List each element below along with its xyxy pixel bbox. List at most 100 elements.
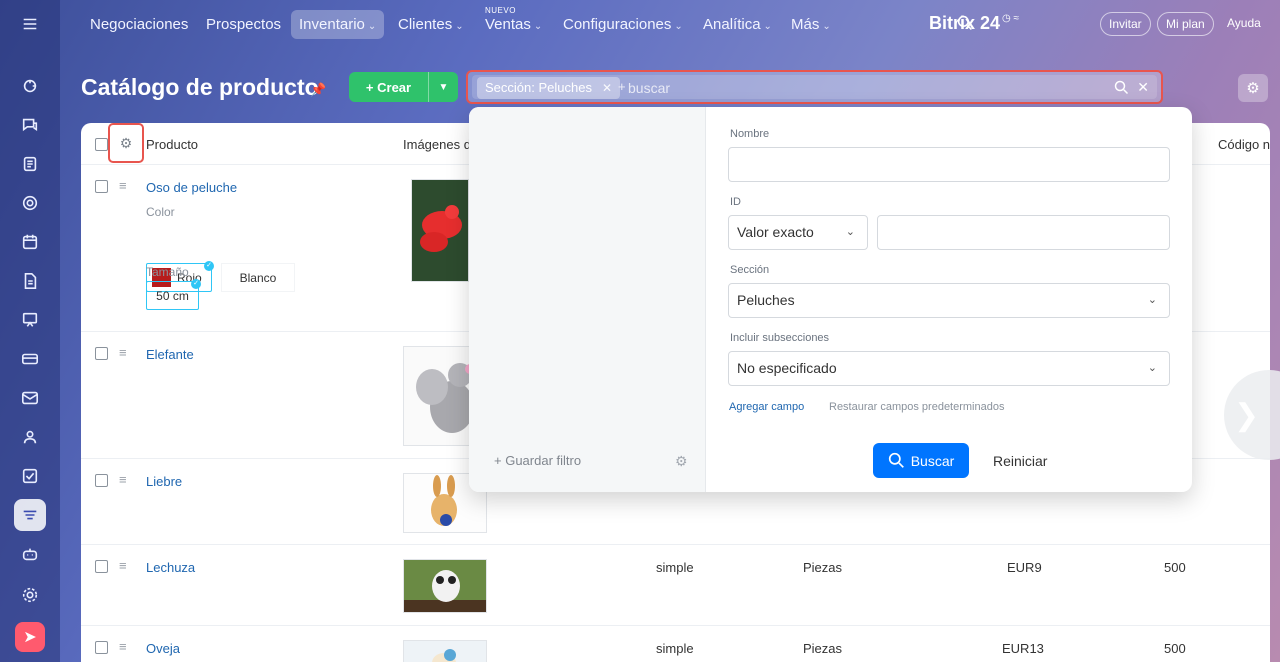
search-input[interactable] bbox=[628, 78, 1098, 98]
check-icon: ✓ bbox=[204, 261, 214, 271]
product-image[interactable] bbox=[403, 640, 487, 662]
section-select[interactable]: Peluches ⌄ bbox=[728, 283, 1170, 318]
card-icon[interactable] bbox=[14, 343, 46, 375]
chevron-down-icon: ⌄ bbox=[1147, 294, 1157, 306]
menu-icon[interactable] bbox=[14, 8, 46, 40]
chevron-down-icon: ⌄ bbox=[367, 21, 377, 32]
contacts-icon[interactable] bbox=[14, 421, 46, 453]
filter-search-bar[interactable]: Sección: Peluches✕ + ✕ bbox=[466, 70, 1163, 104]
product-image[interactable] bbox=[411, 179, 469, 282]
rocket-icon[interactable]: ➤ bbox=[15, 622, 45, 652]
nav-prospectos[interactable]: Prospectos bbox=[198, 10, 289, 39]
product-name-link[interactable]: Lechuza bbox=[146, 560, 195, 575]
drag-handle-icon[interactable]: ≡ bbox=[119, 559, 132, 572]
row-checkbox[interactable] bbox=[95, 347, 108, 360]
product-quantity: 500 bbox=[1164, 641, 1186, 656]
chevron-down-icon: ⌄ bbox=[845, 226, 855, 238]
product-type: simple bbox=[656, 641, 694, 656]
drag-handle-icon[interactable]: ≡ bbox=[119, 640, 132, 653]
search-button[interactable]: Buscar bbox=[873, 443, 969, 478]
column-settings-gear-icon[interactable]: ⚙ bbox=[108, 123, 144, 163]
help-button[interactable]: Ayuda bbox=[1219, 12, 1269, 36]
clear-icon[interactable]: ✕ bbox=[1137, 79, 1149, 96]
id-mode-select[interactable]: Valor exacto ⌄ bbox=[728, 215, 868, 250]
nav-ventas[interactable]: Ventas ⌄ bbox=[477, 10, 550, 39]
search-icon[interactable] bbox=[1114, 80, 1129, 98]
check-icon: ✓ bbox=[191, 279, 201, 289]
drag-handle-icon[interactable]: ≡ bbox=[119, 346, 132, 359]
mail-icon[interactable] bbox=[14, 382, 46, 414]
color-label: Color bbox=[146, 205, 175, 219]
settings-rail-icon[interactable] bbox=[14, 579, 46, 611]
tasks-icon[interactable] bbox=[14, 460, 46, 492]
subsections-select[interactable]: No especificado ⌄ bbox=[728, 351, 1170, 386]
name-input[interactable] bbox=[728, 147, 1170, 182]
chevron-down-icon: ⌄ bbox=[763, 21, 772, 32]
remove-tag-icon[interactable]: ✕ bbox=[602, 81, 612, 95]
product-unit: Piezas bbox=[803, 560, 843, 575]
calendar-icon[interactable] bbox=[14, 226, 46, 258]
nav-clientes[interactable]: Clientes ⌄ bbox=[390, 10, 472, 39]
add-field-link[interactable]: Agregar campo bbox=[729, 401, 804, 413]
save-filter-button[interactable]: + Guardar filtro bbox=[494, 453, 581, 468]
col-code[interactable]: Código n bbox=[1218, 137, 1270, 152]
document-icon[interactable] bbox=[14, 265, 46, 297]
nav-analitica[interactable]: Analítica ⌄ bbox=[695, 10, 780, 39]
row-checkbox[interactable] bbox=[95, 180, 108, 193]
product-name-link[interactable]: Elefante bbox=[146, 347, 194, 362]
robot-icon[interactable] bbox=[14, 538, 46, 570]
product-name-link[interactable]: Liebre bbox=[146, 474, 182, 489]
subsections-label: Incluir subsecciones bbox=[730, 332, 830, 344]
nav-configuraciones[interactable]: Configuraciones ⌄ bbox=[555, 10, 691, 39]
create-button[interactable]: + Crear ▼ bbox=[349, 72, 458, 102]
nav-mas[interactable]: Más ⌄ bbox=[783, 10, 839, 39]
plus-icon: + bbox=[494, 453, 506, 468]
target-icon[interactable] bbox=[14, 187, 46, 219]
table-row: ≡ Lechuza simple Piezas EUR9 500 bbox=[81, 545, 1270, 626]
inventory-icon[interactable] bbox=[14, 499, 46, 531]
size-label: Tamaño bbox=[146, 265, 189, 279]
drag-handle-icon[interactable]: ≡ bbox=[119, 179, 132, 192]
left-rail: ➤ bbox=[0, 0, 60, 662]
product-name-link[interactable]: Oveja bbox=[146, 641, 180, 656]
color-option[interactable]: Blanco bbox=[221, 263, 295, 292]
product-quantity: 500 bbox=[1164, 560, 1186, 575]
my-plan-button[interactable]: Mi plan bbox=[1157, 12, 1214, 36]
row-checkbox[interactable] bbox=[95, 560, 108, 573]
crm-icon[interactable] bbox=[14, 70, 46, 102]
reset-button[interactable]: Reiniciar bbox=[993, 453, 1047, 469]
plus-icon: + bbox=[618, 79, 626, 94]
create-dropdown-toggle[interactable]: ▼ bbox=[428, 72, 458, 102]
row-checkbox[interactable] bbox=[95, 474, 108, 487]
chevron-down-icon: ⌄ bbox=[674, 21, 683, 32]
product-name-link[interactable]: Oso de peluche bbox=[146, 180, 237, 195]
nav-negociaciones[interactable]: Negociaciones bbox=[82, 10, 196, 39]
product-image[interactable] bbox=[403, 559, 487, 613]
id-label: ID bbox=[730, 196, 741, 208]
select-all-checkbox[interactable] bbox=[95, 138, 108, 151]
brand-logo[interactable]: Bitrix 24 ◷ ≈ bbox=[929, 13, 1019, 34]
filter-tag-section[interactable]: Sección: Peluches ✕ bbox=[477, 77, 621, 99]
page-settings-gear-icon[interactable]: ⚙ bbox=[1238, 74, 1268, 102]
pin-icon[interactable]: 📌 bbox=[310, 82, 326, 98]
id-input[interactable] bbox=[877, 215, 1170, 250]
drag-handle-icon[interactable]: ≡ bbox=[119, 473, 132, 486]
row-checkbox[interactable] bbox=[95, 641, 108, 654]
col-product[interactable]: Producto bbox=[146, 137, 198, 152]
restore-fields-link[interactable]: Restaurar campos predeterminados bbox=[829, 401, 1004, 413]
feed-icon[interactable] bbox=[14, 148, 46, 180]
name-label: Nombre bbox=[730, 128, 770, 140]
clock-icon: ◷ ≈ bbox=[1002, 13, 1020, 24]
product-price: EUR9 bbox=[1007, 560, 1042, 575]
search-icon bbox=[888, 452, 904, 468]
col-images[interactable]: Imágenes d bbox=[403, 137, 471, 152]
chat-icon[interactable] bbox=[14, 109, 46, 141]
chevron-down-icon: ⌄ bbox=[1147, 362, 1157, 374]
board-icon[interactable] bbox=[14, 304, 46, 336]
nav-inventario[interactable]: Inventario ⌄ bbox=[291, 10, 385, 39]
table-row: ≡ Oveja simple Piezas EUR13 500 bbox=[81, 626, 1270, 662]
invite-button[interactable]: Invitar bbox=[1100, 12, 1151, 36]
filter-settings-gear-icon[interactable]: ⚙ bbox=[675, 453, 688, 470]
section-label: Sección bbox=[730, 264, 770, 276]
page-title: Catálogo de producto bbox=[81, 74, 319, 100]
